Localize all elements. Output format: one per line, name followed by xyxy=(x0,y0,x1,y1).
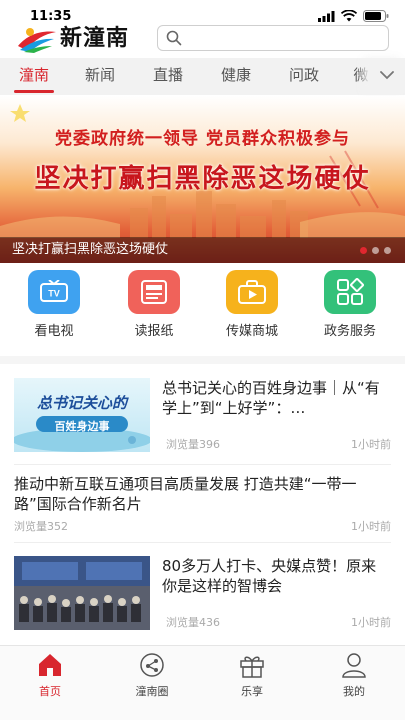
banner-headline-1: 党委政府统一领导 党员群众积极参与 xyxy=(55,129,350,149)
battery-icon xyxy=(363,10,389,22)
news-title: 推动中新互联互通项目高质量发展 打造共建“一带一路”国际合作新名片 xyxy=(14,475,357,513)
news-thumbnail xyxy=(14,556,150,630)
service-label: 读报纸 xyxy=(134,324,174,339)
government-service-icon xyxy=(324,270,376,314)
user-icon xyxy=(342,653,366,678)
banner-caption: 坚决打赢扫黑除恶这场硬仗 xyxy=(12,242,169,257)
service-watch-tv[interactable]: TV 看电视 xyxy=(14,270,94,340)
logo-mark-icon xyxy=(18,28,56,53)
app-header: 新潼南 xyxy=(0,22,405,58)
list-separator xyxy=(14,464,391,465)
share-circle-icon xyxy=(140,653,164,677)
nav-home[interactable]: 首页 xyxy=(20,652,80,699)
thumb-subtitle: 百姓身边事 xyxy=(54,420,110,433)
bottom-navigation: 首页 潼南圈 乐享 我的 xyxy=(0,645,405,720)
tab-wenzheng[interactable]: 问政 xyxy=(280,58,328,93)
service-label: 传媒商城 xyxy=(225,324,278,339)
thumb-title: 总书记关心的 xyxy=(36,394,127,412)
news-item-3[interactable]: 80多万人打卡、央媒点赞！原来你是这样的智博会 浏览量436 1小时前 xyxy=(14,556,391,632)
nav-label: 首页 xyxy=(39,685,61,698)
newspaper-icon xyxy=(128,270,180,314)
home-icon xyxy=(39,654,61,676)
news-thumbnail-graphic xyxy=(14,556,150,630)
banner-carousel[interactable]: 党委政府统一领导 党员群众积极参与 坚决打赢扫黑除恶这场硬仗 坚决打赢扫黑除恶这… xyxy=(0,96,405,263)
search-icon xyxy=(166,30,182,46)
carousel-dots xyxy=(360,247,391,254)
nav-label: 潼南圈 xyxy=(135,685,169,698)
carousel-dot-3[interactable] xyxy=(384,247,391,254)
status-icons xyxy=(318,10,389,22)
news-title: 80多万人打卡、央媒点赞！原来你是这样的智博会 xyxy=(162,557,377,595)
carousel-dot-1[interactable] xyxy=(360,247,367,254)
nav-label: 乐享 xyxy=(241,685,263,698)
tabs-more-button[interactable] xyxy=(369,58,405,93)
nav-tongnan-circle[interactable]: 潼南圈 xyxy=(122,652,182,699)
app-name: 新潼南 xyxy=(60,26,130,51)
carousel-dot-2[interactable] xyxy=(372,247,379,254)
nav-mine[interactable]: 我的 xyxy=(324,652,384,699)
gift-icon xyxy=(240,656,264,678)
news-title: 总书记关心的百姓身边事｜从“有学上”到“上好学”：… xyxy=(162,379,380,417)
chevron-down-icon xyxy=(380,71,394,80)
section-divider xyxy=(0,356,405,364)
service-label: 看电视 xyxy=(34,324,74,339)
tv-icon: TV xyxy=(28,270,80,314)
service-read-newspaper[interactable]: 读报纸 xyxy=(114,270,194,340)
shopping-bag-icon xyxy=(226,270,278,314)
quick-services: TV 看电视 读报纸 传媒商城 政务服务 xyxy=(0,270,405,350)
channel-tabs: 潼南 新闻 直播 健康 问政 微 xyxy=(0,58,405,95)
nav-label: 我的 xyxy=(343,685,365,698)
news-item-1[interactable]: 总书记关心的 百姓身边事 总书记关心的百姓身边事｜从“有学上”到“上好学”：… … xyxy=(14,378,391,456)
nav-enjoy[interactable]: 乐享 xyxy=(222,652,282,699)
status-bar: 11:35 xyxy=(0,0,405,24)
app-screen: 11:35 新潼南 潼南 新闻 直播 健康 问政 微 党委政府统一领导 党员群众… xyxy=(0,0,405,720)
news-views: 浏览量396 xyxy=(166,438,220,451)
banner-caption-bar: 坚决打赢扫黑除恶这场硬仗 xyxy=(0,237,405,263)
service-label: 政务服务 xyxy=(323,324,376,339)
news-thumbnail-graphic xyxy=(14,416,150,452)
service-media-mall[interactable]: 传媒商城 xyxy=(212,270,292,340)
tab-health[interactable]: 健康 xyxy=(212,58,260,93)
app-logo: 新潼南 xyxy=(14,24,129,54)
search-box[interactable] xyxy=(157,25,389,51)
service-government[interactable]: 政务服务 xyxy=(310,270,390,340)
signal-icon xyxy=(318,10,335,22)
tab-tongnan[interactable]: 潼南 xyxy=(10,58,58,93)
tab-live[interactable]: 直播 xyxy=(144,58,192,93)
svg-text:TV: TV xyxy=(48,289,60,299)
list-separator xyxy=(14,542,391,543)
news-views: 浏览量436 xyxy=(166,616,220,629)
search-input[interactable] xyxy=(186,27,388,49)
banner-headline-2: 坚决打赢扫黑除恶这场硬仗 xyxy=(34,164,371,194)
active-tab-indicator xyxy=(14,90,54,93)
tab-news[interactable]: 新闻 xyxy=(76,58,124,93)
news-time: 1小时前 xyxy=(351,438,391,451)
news-views: 浏览量352 xyxy=(14,520,68,533)
news-time: 1小时前 xyxy=(351,520,391,533)
news-thumbnail: 总书记关心的 百姓身边事 xyxy=(14,378,150,452)
wifi-icon xyxy=(341,10,357,22)
news-time: 1小时前 xyxy=(351,616,391,629)
news-item-2[interactable]: 推动中新互联互通项目高质量发展 打造共建“一带一路”国际合作新名片 浏览量352… xyxy=(14,474,391,534)
